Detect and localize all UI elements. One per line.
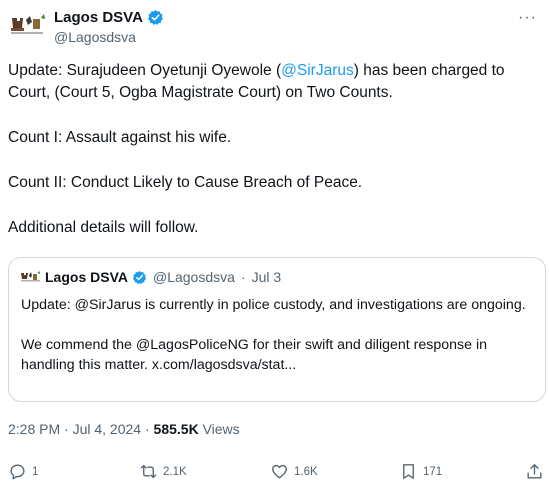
more-options-icon[interactable]: ··· (518, 9, 537, 27)
quoted-tweet-header: Lagos DSVA @Lagosdsva · Jul 3 (19, 269, 281, 285)
tweet-paragraph-count1: Count I: Assault against his wife. (8, 129, 232, 146)
tweet-timestamp[interactable]: 2:28 PM · Jul 4, 2024 (8, 421, 141, 437)
share-button[interactable] (525, 462, 544, 481)
tweet-header: Lagos DSVA @Lagosdsva ··· (8, 6, 541, 48)
bookmark-icon (403, 464, 414, 479)
quoted-tweet-text: Update: @SirJarus is currently in police… (21, 295, 531, 375)
meta-separator: · (144, 421, 150, 437)
reply-count: 1 (32, 465, 39, 478)
views-label: Views (202, 421, 240, 437)
quoted-paragraph-2: We commend the @LagosPoliceNG for their … (21, 337, 488, 373)
quoted-verified-badge-icon (132, 270, 147, 284)
quoted-paragraph-1: Update: @SirJarus is currently in police… (21, 297, 526, 313)
quoted-author-handle: @Lagosdsva (152, 269, 235, 285)
tweet-paragraph-count2: Count II: Conduct Likely to Cause Breach… (8, 174, 363, 191)
quoted-date: Jul 3 (251, 269, 282, 285)
author-name[interactable]: Lagos DSVA (54, 9, 143, 26)
quoted-tweet-card[interactable]: Lagos DSVA @Lagosdsva · Jul 3 Update: @S… (8, 257, 546, 402)
repost-icon (140, 464, 157, 479)
quoted-separator: · (240, 269, 246, 285)
bookmark-button[interactable]: 171 (399, 462, 442, 481)
quoted-author-name: Lagos DSVA (45, 269, 128, 285)
like-button[interactable]: 1.6K (270, 462, 318, 481)
quoted-avatar-logo-icon (21, 271, 40, 282)
repost-count: 2.1K (163, 465, 187, 478)
mention-link[interactable]: @SirJarus (281, 62, 354, 79)
reply-icon (10, 464, 25, 480)
reply-button[interactable]: 1 (8, 462, 38, 481)
tweet-text: Update: Surajudeen Oyetunji Oyewole (@Si… (8, 60, 538, 239)
author-handle[interactable]: @Lagosdsva (54, 29, 136, 45)
tweet-meta-line: 2:28 PM · Jul 4, 2024 · 585.5K Views (8, 421, 240, 437)
views-count: 585.5K (153, 421, 199, 437)
verified-badge-icon[interactable] (147, 9, 164, 26)
update-prefix: Update: Surajudeen Oyetunji Oyewole ( (8, 62, 282, 79)
heart-icon (272, 464, 287, 479)
repost-button[interactable]: 2.1K (139, 462, 187, 481)
action-bar: 1 2.1K 1.6K 171 (8, 462, 544, 484)
avatar-logo-icon[interactable] (8, 10, 46, 40)
share-icon (527, 464, 542, 479)
bookmark-count: 171 (423, 465, 443, 478)
tweet-paragraph-closing: Additional details will follow. (8, 219, 199, 236)
tweet-paragraph-update: Update: Surajudeen Oyetunji Oyewole (@Si… (8, 60, 538, 104)
author-name-row: Lagos DSVA (54, 9, 164, 26)
like-count: 1.6K (294, 465, 318, 478)
